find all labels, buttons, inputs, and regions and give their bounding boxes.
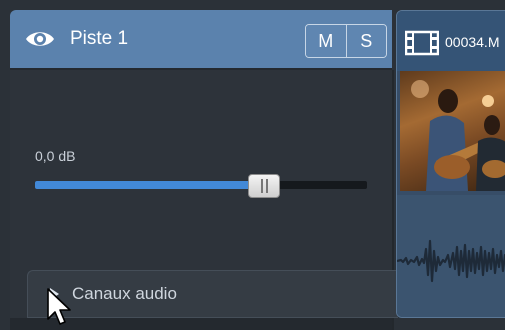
audio-waveform — [397, 239, 505, 283]
clip-name: 00034.M — [445, 34, 500, 50]
media-clip[interactable]: 00034.M — [396, 10, 505, 318]
volume-slider[interactable] — [35, 181, 367, 189]
volume-slider-fill — [35, 181, 264, 189]
volume-value: 0,0 dB — [35, 148, 76, 164]
solo-button[interactable]: S — [345, 25, 386, 57]
mouse-cursor-icon — [47, 288, 71, 325]
mute-button[interactable]: M — [306, 25, 346, 57]
track-name[interactable]: Piste 1 — [70, 28, 128, 50]
film-icon — [405, 30, 439, 56]
volume-slider-handle[interactable] — [248, 174, 280, 198]
audio-channels-label[interactable]: Canaux audio — [72, 284, 177, 304]
mute-solo-group: M S — [305, 24, 387, 58]
clip-thumbnail — [400, 71, 505, 191]
eye-icon[interactable] — [24, 27, 56, 51]
